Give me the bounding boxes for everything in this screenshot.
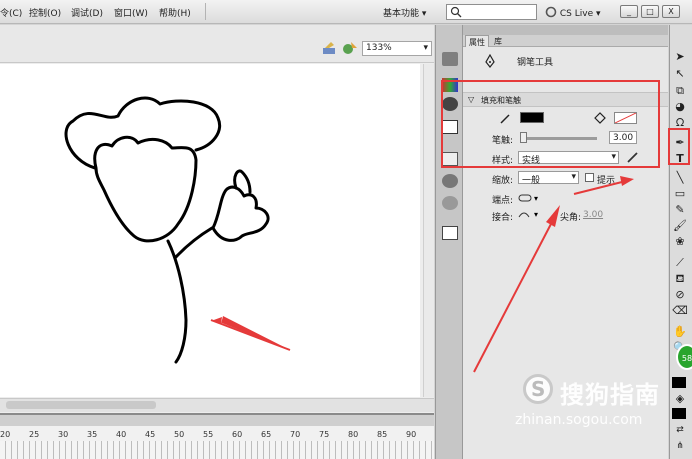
menu-separator — [205, 3, 206, 20]
flower-drawing — [64, 96, 270, 364]
menu-window[interactable]: 窗口(W) — [114, 6, 148, 19]
rectangle-tool-icon[interactable]: ▭ — [670, 186, 690, 202]
frame-number: 90 — [406, 430, 417, 439]
tool-name: 钢笔工具 — [517, 58, 554, 68]
frame-number: 85 — [377, 430, 388, 439]
components-icon[interactable] — [442, 174, 458, 188]
frame-number: 45 — [145, 430, 156, 439]
cs-live-button[interactable]: CS Live ▾ — [545, 4, 601, 20]
frame-number: 25 — [29, 430, 40, 439]
chevron-down-icon: ▾ — [571, 172, 576, 182]
frame-number: 35 — [87, 430, 98, 439]
free-transform-tool-icon[interactable]: ⧉ — [670, 83, 690, 99]
paint-bucket-tool-icon[interactable]: ⛾ — [670, 271, 690, 287]
line-tool-icon[interactable]: ╲ — [670, 170, 690, 186]
menu-command[interactable]: 令(C) — [0, 6, 22, 19]
zoom-value: 133% — [366, 43, 392, 53]
brush-tool-icon[interactable]: 🖌 — [670, 218, 690, 234]
stage-canvas[interactable] — [0, 64, 420, 397]
tab-library[interactable]: 库 — [491, 35, 505, 47]
menu-control[interactable]: 控制(O) — [29, 6, 61, 19]
frame-number: 80 — [348, 430, 359, 439]
pencil-tool-icon[interactable]: ✎ — [670, 202, 690, 218]
menu-debug[interactable]: 调试(D) — [71, 6, 103, 19]
library-icon[interactable] — [442, 226, 458, 240]
join-label: 接合: — [492, 213, 514, 223]
deco-tool-icon[interactable]: ❀ — [670, 234, 690, 250]
join-style-icon[interactable]: ▾ — [518, 209, 542, 219]
frame-number: 50 — [174, 430, 185, 439]
motion-presets-icon[interactable] — [442, 196, 458, 210]
subselection-tool-icon[interactable]: ↖ — [670, 66, 690, 82]
search-input[interactable] — [446, 4, 537, 20]
frame-number: 55 — [203, 430, 214, 439]
snap-magnet-icon[interactable]: ⋔ — [670, 438, 690, 454]
swap-colors-icon[interactable]: ⇄ — [670, 422, 690, 438]
pen-tool-icon — [485, 54, 495, 68]
cap-style-icon[interactable]: ▾ — [518, 193, 542, 203]
panel-header-bar — [463, 25, 668, 35]
selection-tool-icon[interactable]: ➤ — [670, 49, 690, 65]
edit-scene-icon[interactable] — [322, 41, 338, 55]
horizontal-scroll-thumb[interactable] — [6, 401, 156, 409]
close-button[interactable]: X — [662, 5, 680, 18]
minimize-button[interactable]: _ — [620, 5, 638, 18]
fill-bucket-icon: ◈ — [675, 392, 685, 405]
scale-dropdown[interactable]: 一般 ▾ — [518, 171, 579, 186]
search-icon — [450, 6, 462, 18]
frame-number: 20 — [0, 430, 11, 439]
cap-label: 端点: — [492, 196, 514, 206]
scale-label: 缩放: — [492, 176, 514, 186]
frame-number: 70 — [290, 430, 301, 439]
maximize-button[interactable]: □ — [641, 5, 659, 18]
chevron-down-icon: ▾ — [421, 9, 427, 19]
miter-value[interactable]: 3.00 — [583, 210, 603, 220]
highlight-pen-tool — [668, 128, 690, 165]
cs-live-icon — [545, 6, 557, 18]
watermark-url: zhinan.sogou.com — [515, 412, 643, 428]
sogou-logo: S — [523, 374, 553, 404]
miter-label: 尖角: — [560, 213, 582, 223]
workspace-dropdown[interactable]: 基本功能 ▾ — [383, 4, 437, 20]
hint-checkbox[interactable] — [585, 173, 594, 182]
frame-number: 60 — [232, 430, 243, 439]
workspace-label: 基本功能 — [383, 9, 420, 19]
cs-live-label: CS Live — [559, 9, 594, 19]
bone-tool-icon[interactable]: ⟋ — [670, 255, 690, 271]
hint-label: 提示 — [597, 176, 616, 186]
svg-text:▾: ▾ — [534, 194, 538, 203]
frame-number: 40 — [116, 430, 127, 439]
stroke-color-well[interactable] — [672, 377, 686, 388]
hand-tool-icon[interactable]: ✋ — [670, 324, 690, 340]
chevron-down-icon: ▾ — [596, 9, 601, 19]
scale-value: 一般 — [522, 176, 541, 186]
chevron-down-icon: ▾ — [423, 43, 428, 53]
frame-number: 30 — [58, 430, 69, 439]
eraser-tool-icon[interactable]: ⌫ — [670, 303, 690, 319]
highlight-fill-stroke — [441, 80, 660, 168]
menu-help[interactable]: 帮助(H) — [159, 6, 191, 19]
eyedropper-tool-icon[interactable]: ⊘ — [670, 287, 690, 303]
edit-symbol-icon[interactable] — [342, 41, 358, 55]
zoom-dropdown[interactable]: 133% ▾ — [362, 41, 432, 56]
tab-properties[interactable]: 属性 — [465, 35, 489, 47]
svg-text:▾: ▾ — [534, 210, 538, 219]
vertical-scrollbar[interactable] — [423, 64, 434, 397]
timeline-frames[interactable] — [0, 441, 434, 459]
frame-number: 65 — [261, 430, 272, 439]
watermark-text: 搜狗指南 — [560, 381, 660, 409]
fill-color-well[interactable] — [672, 408, 686, 419]
notification-badge[interactable]: 58 — [676, 344, 692, 370]
color-panel-icon[interactable] — [442, 52, 458, 66]
3d-rotation-tool-icon[interactable]: ◕ — [670, 99, 690, 115]
frame-number: 75 — [319, 430, 330, 439]
